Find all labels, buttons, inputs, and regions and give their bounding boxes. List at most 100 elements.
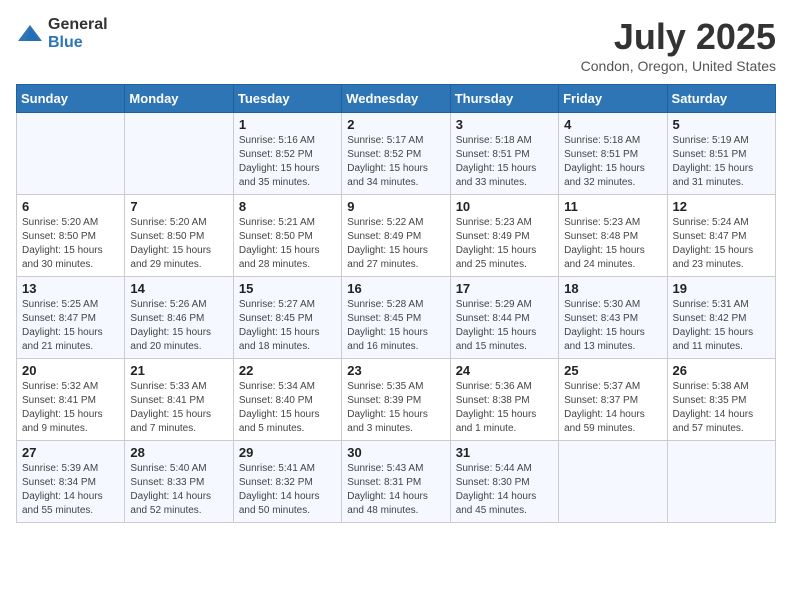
day-info: Sunrise: 5:37 AM Sunset: 8:37 PM Dayligh… (564, 380, 661, 436)
day-number: 8 (239, 199, 336, 214)
day-number: 6 (22, 199, 119, 214)
day-info: Sunrise: 5:19 AM Sunset: 8:51 PM Dayligh… (673, 134, 770, 190)
logo-text: General Blue (48, 16, 108, 52)
day-number: 15 (239, 281, 336, 296)
calendar-cell (17, 113, 125, 195)
calendar-cell: 10 Sunrise: 5:23 AM Sunset: 8:49 PM Dayli… (450, 195, 558, 277)
day-info: Sunrise: 5:17 AM Sunset: 8:52 PM Dayligh… (347, 134, 444, 190)
calendar-cell: 18Sunrise: 5:30 AM Sunset: 8:43 PM Dayli… (559, 277, 667, 359)
day-info: Sunrise: 5:23 AM Sunset: 8:48 PM Dayligh… (564, 216, 661, 272)
day-number: 2 (347, 117, 444, 132)
weekday-header-sunday: Sunday (17, 85, 125, 113)
day-info: Sunrise: 5:27 AM Sunset: 8:45 PM Dayligh… (239, 298, 336, 354)
day-number: 25 (564, 363, 661, 378)
calendar-cell: 25 Sunrise: 5:37 AM Sunset: 8:37 PM Dayli… (559, 359, 667, 441)
day-info: Sunrise: 5:24 AM Sunset: 8:47 PM Dayligh… (673, 216, 770, 272)
calendar-cell: 27Sunrise: 5:39 AM Sunset: 8:34 PM Dayli… (17, 441, 125, 523)
day-info: Sunrise: 5:18 AM Sunset: 8:51 PM Dayligh… (564, 134, 661, 190)
logo-general: General (48, 16, 108, 33)
day-number: 21 (130, 363, 227, 378)
calendar-body: 1Sunrise: 5:16 AM Sunset: 8:52 PM Daylig… (17, 113, 776, 523)
calendar-cell: 8Sunrise: 5:21 AM Sunset: 8:50 PM Daylig… (233, 195, 341, 277)
day-info: Sunrise: 5:43 AM Sunset: 8:31 PM Dayligh… (347, 462, 444, 518)
day-info: Sunrise: 5:40 AM Sunset: 8:33 PM Dayligh… (130, 462, 227, 518)
day-number: 11 (564, 199, 661, 214)
day-number: 30 (347, 445, 444, 460)
weekday-header-tuesday: Tuesday (233, 85, 341, 113)
day-info: Sunrise: 5:20 AM Sunset: 8:50 PM Dayligh… (130, 216, 227, 272)
day-number: 26 (673, 363, 770, 378)
weekday-header-saturday: Saturday (667, 85, 775, 113)
calendar-cell: 4 Sunrise: 5:18 AM Sunset: 8:51 PM Daylig… (559, 113, 667, 195)
logo-icon (16, 23, 44, 45)
day-info: Sunrise: 5:36 AM Sunset: 8:38 PM Dayligh… (456, 380, 553, 436)
day-number: 31 (456, 445, 553, 460)
day-info: Sunrise: 5:20 AM Sunset: 8:50 PM Dayligh… (22, 216, 119, 272)
calendar-cell: 15 Sunrise: 5:27 AM Sunset: 8:45 PM Dayli… (233, 277, 341, 359)
calendar-week-5: 27Sunrise: 5:39 AM Sunset: 8:34 PM Dayli… (17, 441, 776, 523)
day-number: 4 (564, 117, 661, 132)
day-info: Sunrise: 5:22 AM Sunset: 8:49 PM Dayligh… (347, 216, 444, 272)
calendar-cell: 14Sunrise: 5:26 AM Sunset: 8:46 PM Dayli… (125, 277, 233, 359)
day-info: Sunrise: 5:23 AM Sunset: 8:49 PM Dayligh… (456, 216, 553, 272)
calendar-week-2: 6 Sunrise: 5:20 AM Sunset: 8:50 PM Daylig… (17, 195, 776, 277)
weekday-header-wednesday: Wednesday (342, 85, 450, 113)
page-header: General Blue July 2025 Condon, Oregon, U… (16, 16, 776, 74)
day-info: Sunrise: 5:34 AM Sunset: 8:40 PM Dayligh… (239, 380, 336, 436)
day-info: Sunrise: 5:32 AM Sunset: 8:41 PM Dayligh… (22, 380, 119, 436)
calendar-cell: 20 Sunrise: 5:32 AM Sunset: 8:41 PM Dayli… (17, 359, 125, 441)
logo: General Blue (16, 16, 108, 52)
day-number: 18 (564, 281, 661, 296)
title-block: July 2025 Condon, Oregon, United States (581, 16, 776, 74)
calendar-cell: 23 Sunrise: 5:35 AM Sunset: 8:39 PM Dayli… (342, 359, 450, 441)
calendar-cell (667, 441, 775, 523)
calendar-cell: 2 Sunrise: 5:17 AM Sunset: 8:52 PM Daylig… (342, 113, 450, 195)
day-number: 17 (456, 281, 553, 296)
day-number: 1 (239, 117, 336, 132)
calendar-cell: 12Sunrise: 5:24 AM Sunset: 8:47 PM Dayli… (667, 195, 775, 277)
weekday-header-row: SundayMondayTuesdayWednesdayThursdayFrid… (17, 85, 776, 113)
calendar-week-4: 20 Sunrise: 5:32 AM Sunset: 8:41 PM Dayli… (17, 359, 776, 441)
calendar-cell: 16 Sunrise: 5:28 AM Sunset: 8:45 PM Dayli… (342, 277, 450, 359)
calendar-cell: 19Sunrise: 5:31 AM Sunset: 8:42 PM Dayli… (667, 277, 775, 359)
day-info: Sunrise: 5:39 AM Sunset: 8:34 PM Dayligh… (22, 462, 119, 518)
day-number: 29 (239, 445, 336, 460)
day-number: 20 (22, 363, 119, 378)
day-info: Sunrise: 5:28 AM Sunset: 8:45 PM Dayligh… (347, 298, 444, 354)
calendar-cell: 22 Sunrise: 5:34 AM Sunset: 8:40 PM Dayli… (233, 359, 341, 441)
calendar-location: Condon, Oregon, United States (581, 58, 776, 74)
day-number: 22 (239, 363, 336, 378)
calendar-cell: 29 Sunrise: 5:41 AM Sunset: 8:32 PM Dayli… (233, 441, 341, 523)
calendar-cell: 24 Sunrise: 5:36 AM Sunset: 8:38 PM Dayli… (450, 359, 558, 441)
day-number: 16 (347, 281, 444, 296)
day-info: Sunrise: 5:31 AM Sunset: 8:42 PM Dayligh… (673, 298, 770, 354)
day-info: Sunrise: 5:33 AM Sunset: 8:41 PM Dayligh… (130, 380, 227, 436)
day-info: Sunrise: 5:18 AM Sunset: 8:51 PM Dayligh… (456, 134, 553, 190)
day-number: 9 (347, 199, 444, 214)
calendar-cell: 7 Sunrise: 5:20 AM Sunset: 8:50 PM Daylig… (125, 195, 233, 277)
day-number: 7 (130, 199, 227, 214)
calendar-cell: 17 Sunrise: 5:29 AM Sunset: 8:44 PM Dayli… (450, 277, 558, 359)
calendar-cell: 13 Sunrise: 5:25 AM Sunset: 8:47 PM Dayli… (17, 277, 125, 359)
calendar-week-1: 1Sunrise: 5:16 AM Sunset: 8:52 PM Daylig… (17, 113, 776, 195)
calendar-cell: 1Sunrise: 5:16 AM Sunset: 8:52 PM Daylig… (233, 113, 341, 195)
day-info: Sunrise: 5:26 AM Sunset: 8:46 PM Dayligh… (130, 298, 227, 354)
day-number: 13 (22, 281, 119, 296)
day-info: Sunrise: 5:35 AM Sunset: 8:39 PM Dayligh… (347, 380, 444, 436)
day-number: 10 (456, 199, 553, 214)
calendar-cell: 28 Sunrise: 5:40 AM Sunset: 8:33 PM Dayli… (125, 441, 233, 523)
calendar-cell: 21 Sunrise: 5:33 AM Sunset: 8:41 PM Dayli… (125, 359, 233, 441)
day-number: 24 (456, 363, 553, 378)
weekday-header-friday: Friday (559, 85, 667, 113)
day-number: 23 (347, 363, 444, 378)
calendar-week-3: 13 Sunrise: 5:25 AM Sunset: 8:47 PM Dayli… (17, 277, 776, 359)
day-info: Sunrise: 5:41 AM Sunset: 8:32 PM Dayligh… (239, 462, 336, 518)
day-info: Sunrise: 5:44 AM Sunset: 8:30 PM Dayligh… (456, 462, 553, 518)
calendar-cell (559, 441, 667, 523)
day-number: 28 (130, 445, 227, 460)
day-info: Sunrise: 5:29 AM Sunset: 8:44 PM Dayligh… (456, 298, 553, 354)
calendar-header: SundayMondayTuesdayWednesdayThursdayFrid… (17, 85, 776, 113)
logo-blue: Blue (48, 34, 83, 51)
day-number: 5 (673, 117, 770, 132)
day-info: Sunrise: 5:25 AM Sunset: 8:47 PM Dayligh… (22, 298, 119, 354)
